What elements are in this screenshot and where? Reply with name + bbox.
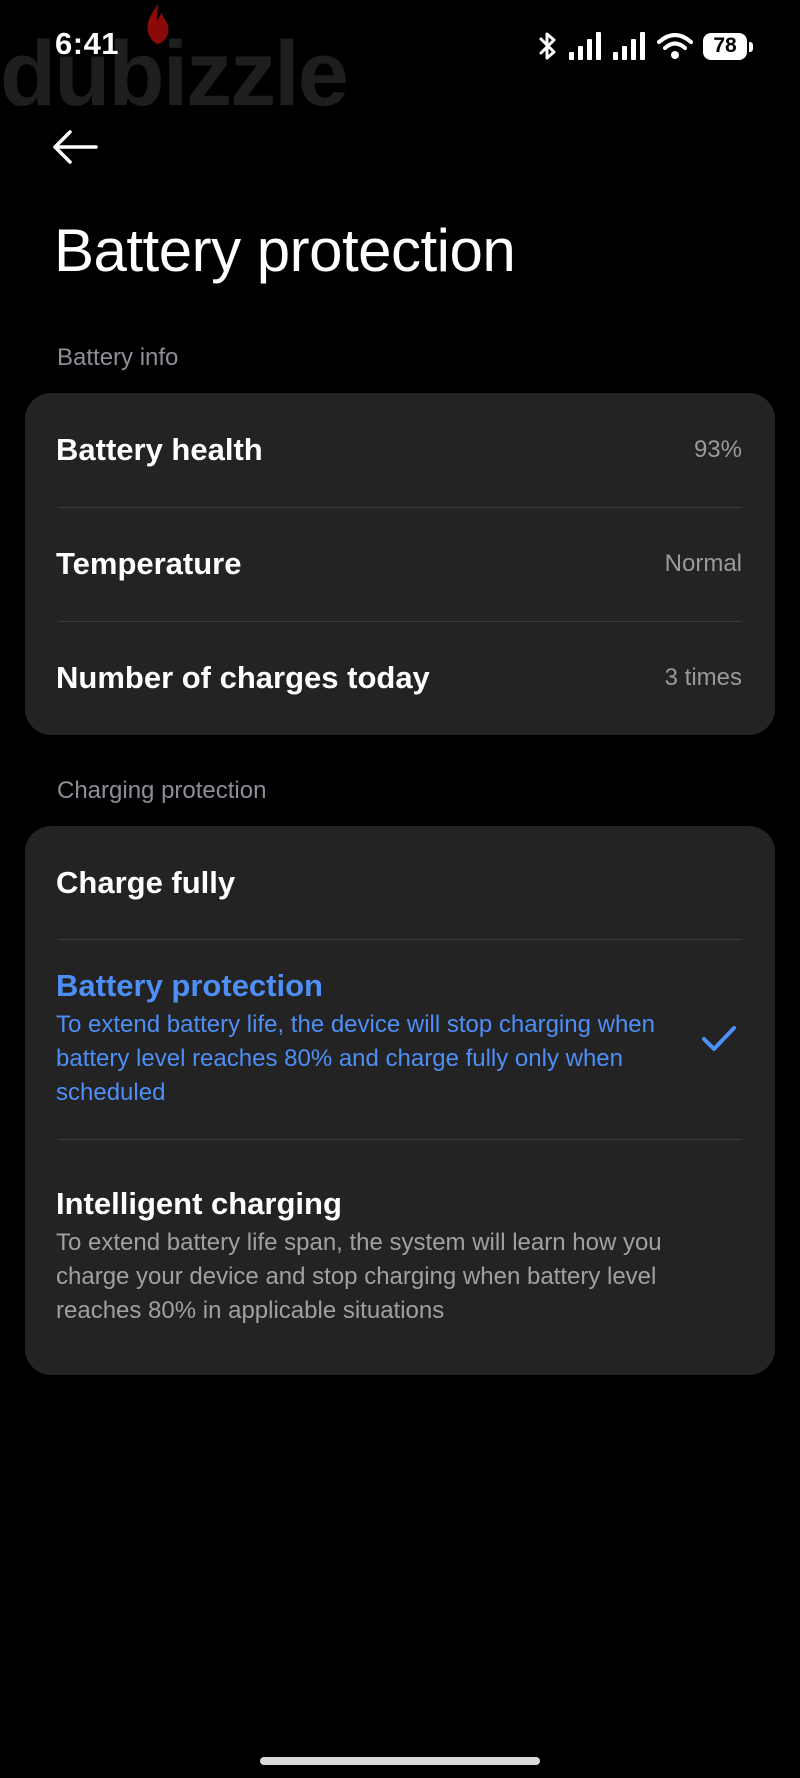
page-title: Battery protection: [54, 217, 516, 284]
status-time: 6:41: [55, 26, 120, 61]
option-intelligent-charging[interactable]: Intelligent charging To extend battery l…: [25, 1139, 775, 1375]
flame-icon: [147, 4, 169, 44]
status-icons: 78: [537, 30, 753, 62]
battery-level: 78: [713, 34, 737, 57]
back-button[interactable]: [50, 122, 110, 172]
temperature-value: Normal: [664, 550, 742, 577]
charges-today-row: Number of charges today 3 times: [25, 621, 775, 735]
option-title: Charge fully: [56, 864, 236, 900]
row-label: Temperature: [56, 546, 242, 581]
battery-info-card: Battery health 93% Temperature Normal Nu…: [25, 393, 775, 735]
section-label-charging-protection: Charging protection: [57, 777, 267, 804]
battery-indicator: 78: [703, 32, 753, 60]
battery-health-row: Battery health 93%: [25, 393, 775, 507]
row-label: Number of charges today: [56, 660, 430, 695]
checkmark-icon: [702, 1026, 736, 1051]
option-title: Battery protection: [56, 968, 323, 1003]
section-label-battery-info: Battery info: [57, 344, 179, 371]
temperature-row: Temperature Normal: [25, 507, 775, 621]
arrow-left-icon: [53, 130, 98, 164]
option-charge-fully[interactable]: Charge fully: [25, 826, 775, 939]
home-indicator[interactable]: [260, 1757, 540, 1765]
wifi-icon: [657, 33, 693, 59]
cellular-signal-icon: [613, 32, 645, 60]
option-description: To extend battery life, the device will …: [56, 1011, 656, 1106]
battery-tip: [749, 41, 753, 52]
cellular-signal-icon: [569, 32, 601, 60]
row-label: Battery health: [56, 432, 263, 467]
option-text: Battery protection To extend battery lif…: [56, 968, 676, 1110]
option-text: Intelligent charging To extend battery l…: [56, 1186, 676, 1328]
option-battery-protection[interactable]: Battery protection To extend battery lif…: [25, 939, 775, 1139]
charges-today-value: 3 times: [664, 664, 742, 691]
bluetooth-icon: [539, 32, 556, 60]
option-description: To extend battery life span, the system …: [56, 1229, 662, 1324]
option-title: Intelligent charging: [56, 1186, 342, 1221]
battery-health-value: 93%: [693, 436, 742, 463]
status-bar: dubizzle 6:41 78: [0, 0, 800, 120]
charging-protection-card: Charge fully Battery protection To exten…: [25, 826, 775, 1375]
